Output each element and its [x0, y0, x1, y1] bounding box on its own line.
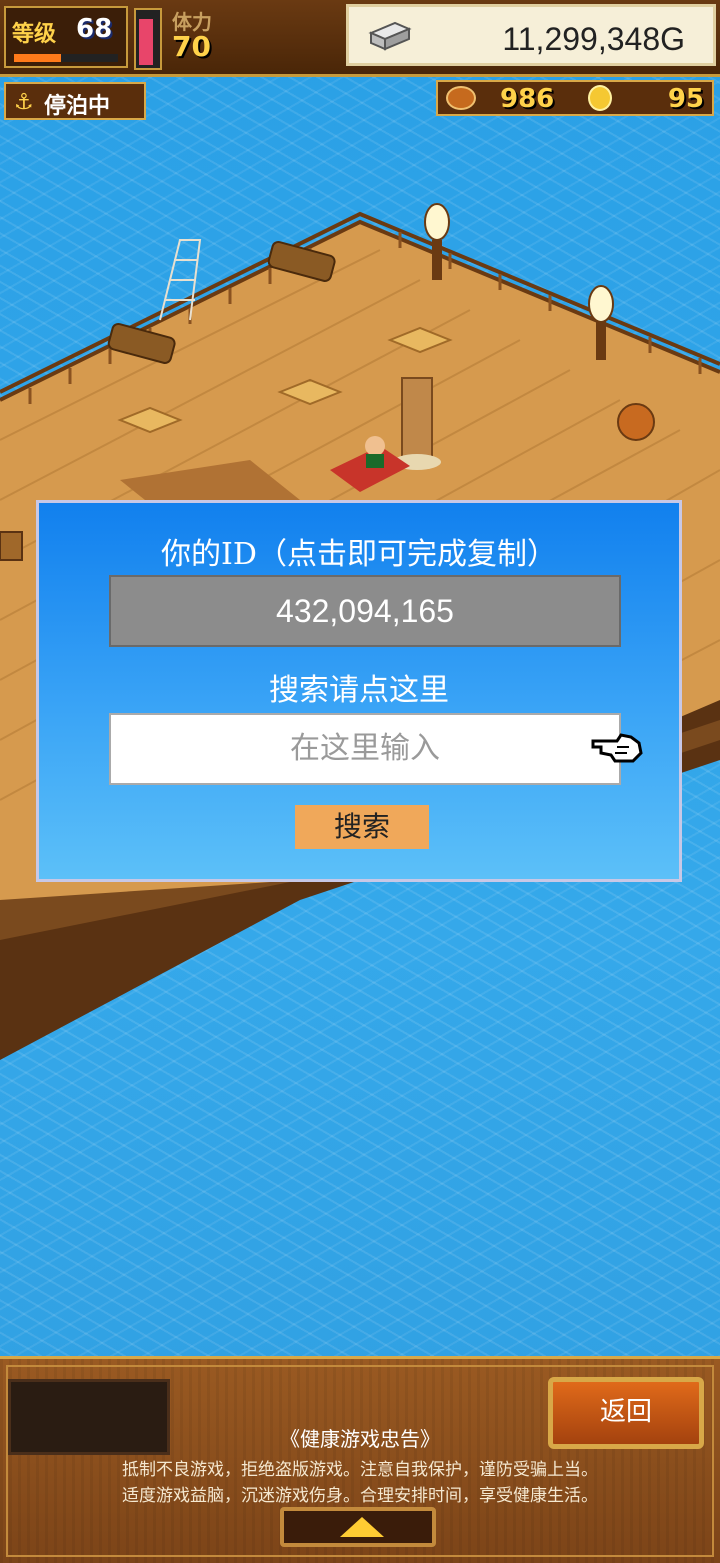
search-input[interactable]: 在这里输入 [109, 713, 621, 785]
pointing-hand-icon [591, 733, 643, 763]
level-value: 68 [76, 14, 113, 44]
food-count: 986 [500, 84, 555, 114]
anchor-icon: ⚓ [14, 90, 34, 115]
health-notice-line-1: 抵制不良游戏，拒绝盗版游戏。注意自我保护，谨防受骗上当。 [122, 1460, 598, 1480]
gold-panel: 11,299,348G [346, 4, 716, 66]
friend-id-dialog: 你的ID（点击即可完成复制） 432,094,165 搜索请点这里 在这里输入 … [36, 500, 682, 882]
user-id-copy-field[interactable]: 432,094,165 [109, 575, 621, 647]
level-label: 等级 [12, 22, 57, 47]
gold-amount: 11,299,348G [502, 21, 685, 57]
dialog-title: 你的ID（点击即可完成复制） [161, 537, 557, 572]
bottom-panel: 返回 《健康游戏忠告》 抵制不良游戏，拒绝盗版游戏。注意自我保护，谨防受骗上当。… [0, 1356, 720, 1563]
docked-status-badge[interactable]: ⚓ 停泊中 [4, 82, 146, 120]
resource-panel: 986 95 [436, 80, 714, 116]
stamina-gauge-fill [139, 19, 153, 65]
silver-ingot-icon [368, 21, 412, 51]
stamina-gauge [134, 8, 162, 70]
health-notice-title: 《健康游戏忠告》 [280, 1427, 440, 1451]
stamina-value: 70 [172, 30, 211, 63]
docked-status-text: 停泊中 [44, 94, 111, 119]
up-arrow-icon [340, 1517, 384, 1537]
level-panel: 等级 68 [4, 6, 128, 68]
level-progress-fill [14, 54, 61, 62]
medal-count: 95 [667, 84, 704, 114]
top-hud: 等级 68 体力 70 11,299,348G [0, 0, 720, 77]
search-button[interactable]: 搜索 [295, 805, 429, 849]
food-icon [446, 86, 476, 110]
health-notice-line-2: 适度游戏益脑，沉迷游戏伤身。合理安排时间，享受健康生活。 [122, 1486, 598, 1506]
search-hint-label: 搜索请点这里 [269, 673, 449, 708]
medal-icon [588, 85, 612, 111]
expand-menu-button[interactable] [280, 1507, 436, 1547]
level-progress-bar [14, 54, 118, 62]
